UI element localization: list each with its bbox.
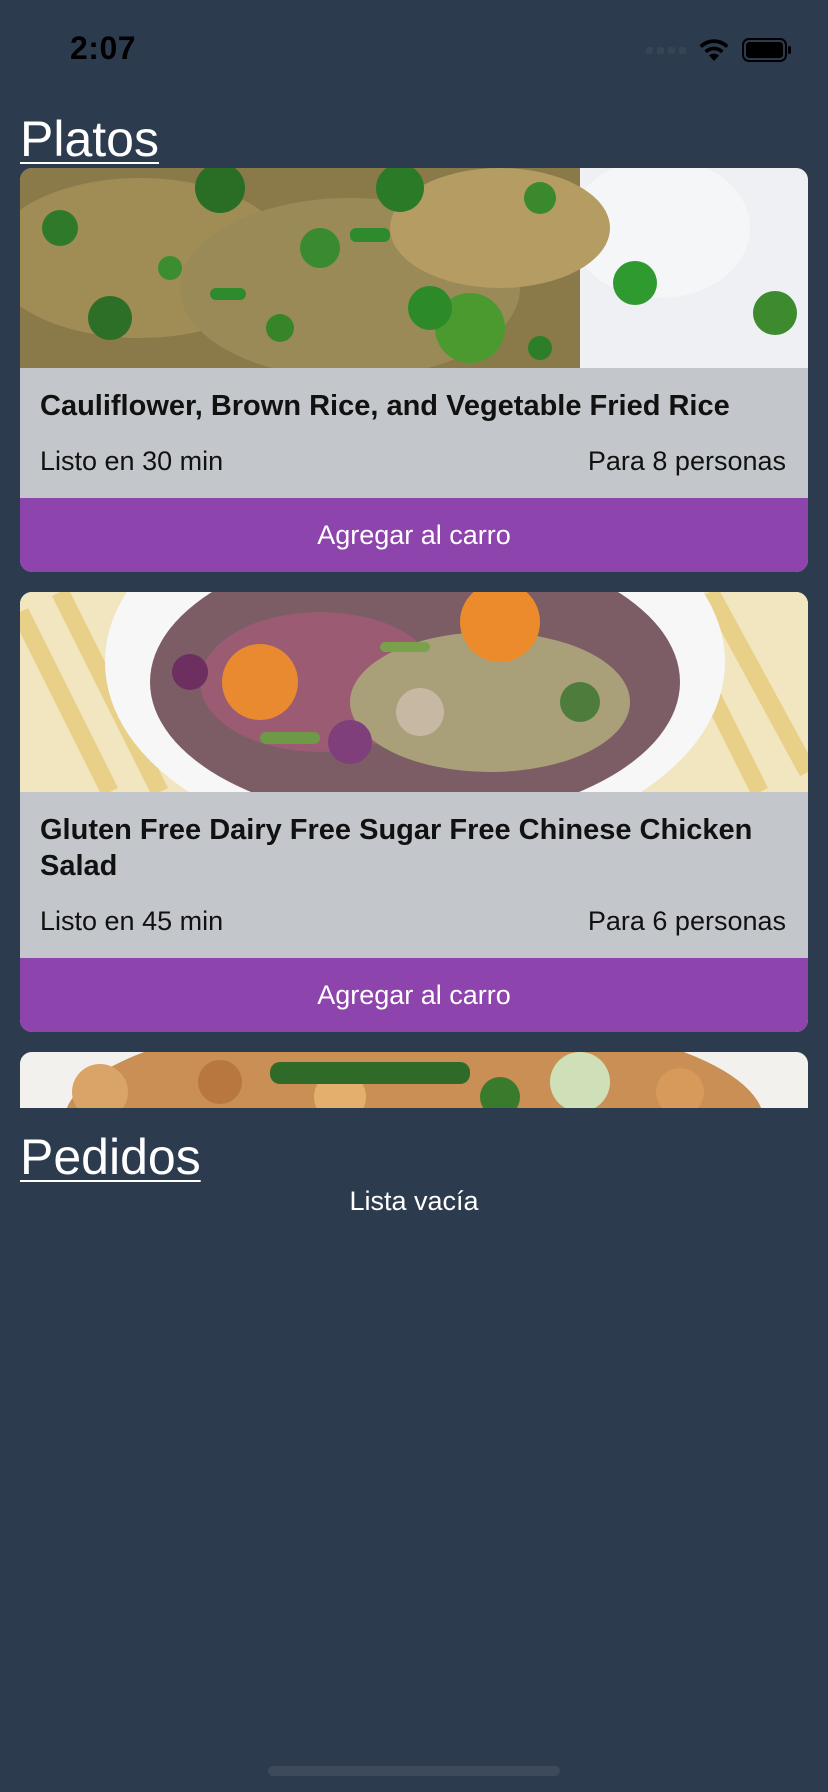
dish-info: Gluten Free Dairy Free Sugar Free Chines… — [20, 792, 808, 940]
status-icons — [646, 32, 792, 68]
dish-image — [20, 592, 808, 792]
home-indicator[interactable] — [268, 1766, 560, 1776]
signal-icon — [646, 46, 686, 54]
dish-meta: Listo en 30 min Para 8 personas — [40, 442, 786, 480]
wifi-icon — [699, 39, 729, 61]
ready-time: Listo en 45 min — [40, 906, 224, 936]
add-to-cart-button[interactable]: Agregar al carro — [20, 958, 808, 1032]
dish-card: Cauliflower, Brown Rice, and Vegetable F… — [20, 168, 808, 572]
dish-meta: Listo en 45 min Para 6 personas — [40, 902, 786, 940]
servings: Para 8 personas — [587, 446, 786, 476]
ready-time: Listo en 30 min — [40, 446, 224, 476]
servings: Para 6 personas — [587, 906, 786, 936]
status-time: 2:07 — [70, 30, 137, 66]
status-bar: 2:07 — [0, 0, 828, 96]
platos-title: Platos — [20, 111, 159, 167]
dish-card — [20, 1052, 808, 1108]
dish-info: Cauliflower, Brown Rice, and Vegetable F… — [20, 368, 808, 480]
add-to-cart-button[interactable]: Agregar al carro — [20, 498, 808, 572]
platos-list[interactable]: Cauliflower, Brown Rice, and Vegetable F… — [20, 168, 808, 1108]
dish-title: Gluten Free Dairy Free Sugar Free Chines… — [40, 814, 753, 882]
pedidos-title: Pedidos — [20, 1129, 201, 1185]
dish-image — [20, 1052, 808, 1108]
screen: 2:07 Platos Cauliflower, Brown Rice, and… — [0, 0, 828, 1792]
dish-image — [20, 168, 808, 368]
empty-list-text: Lista vacía — [349, 1186, 479, 1216]
dish-title: Cauliflower, Brown Rice, and Vegetable F… — [40, 390, 730, 422]
dish-card: Gluten Free Dairy Free Sugar Free Chines… — [20, 592, 808, 1032]
battery-icon — [742, 38, 791, 62]
